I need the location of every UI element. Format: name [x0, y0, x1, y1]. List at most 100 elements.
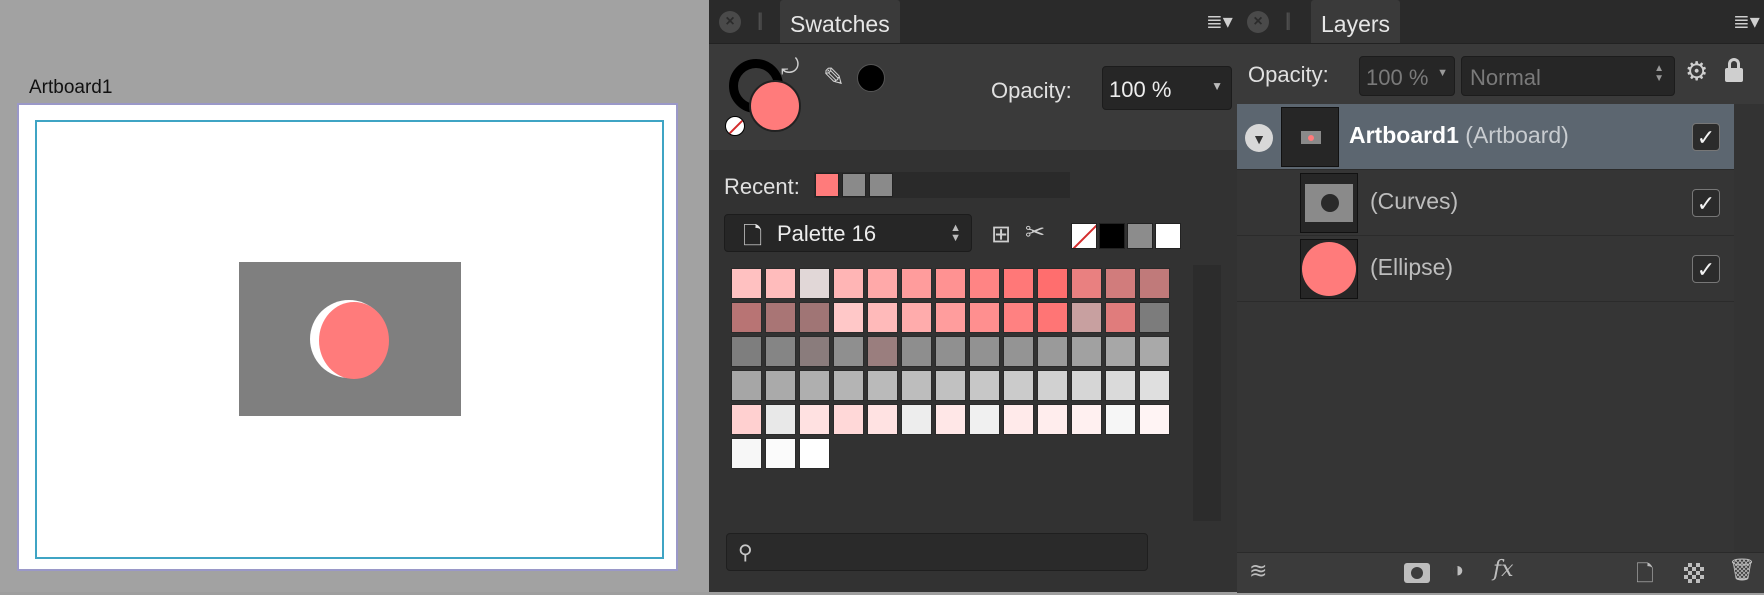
- palette-swatch[interactable]: [731, 302, 762, 333]
- no-color-swatch[interactable]: [1071, 223, 1097, 249]
- recent-color-swatch[interactable]: [842, 173, 866, 197]
- panel-menu-icon[interactable]: ≣▾: [1733, 9, 1760, 34]
- visibility-checkbox[interactable]: ✓: [1692, 255, 1720, 283]
- palette-swatch[interactable]: [1003, 268, 1034, 299]
- tab-swatches[interactable]: Swatches: [780, 0, 900, 43]
- layer-row-curves[interactable]: (Curves) ✓: [1237, 170, 1734, 236]
- palette-swatch[interactable]: [1003, 404, 1034, 435]
- close-icon[interactable]: ×: [719, 11, 741, 33]
- palette-swatch[interactable]: [765, 268, 796, 299]
- palette-swatch[interactable]: [765, 404, 796, 435]
- palette-swatch[interactable]: [1037, 336, 1068, 367]
- color-picker-icon[interactable]: ✎: [823, 62, 845, 93]
- palette-swatch[interactable]: [1105, 370, 1136, 401]
- no-color-icon[interactable]: [725, 116, 745, 136]
- mask-layer-icon[interactable]: [1404, 563, 1430, 583]
- palette-swatch[interactable]: [799, 336, 830, 367]
- palette-swatch[interactable]: [969, 302, 1000, 333]
- palette-swatch[interactable]: [1071, 336, 1102, 367]
- palette-swatch[interactable]: [799, 302, 830, 333]
- palette-swatch[interactable]: [867, 370, 898, 401]
- recent-color-swatch[interactable]: [869, 173, 893, 197]
- swap-colors-icon[interactable]: ⤾: [781, 54, 799, 80]
- panel-grip-icon[interactable]: ||: [1285, 10, 1292, 31]
- layers-stack-icon[interactable]: ≋: [1249, 558, 1267, 584]
- ellipse-shape[interactable]: [319, 302, 389, 379]
- opacity-dropdown[interactable]: 100 % ▼: [1102, 66, 1232, 110]
- palette-swatch[interactable]: [833, 302, 864, 333]
- visibility-checkbox[interactable]: ✓: [1692, 189, 1720, 217]
- palette-swatch[interactable]: [1105, 336, 1136, 367]
- palette-swatch[interactable]: [833, 336, 864, 367]
- palette-swatch[interactable]: [1037, 268, 1068, 299]
- gear-icon[interactable]: ⚙: [1685, 56, 1708, 87]
- tab-layers[interactable]: Layers: [1311, 0, 1401, 43]
- palette-swatch[interactable]: [1139, 404, 1170, 435]
- palette-swatch[interactable]: [1105, 268, 1136, 299]
- palette-swatch[interactable]: [1105, 302, 1136, 333]
- add-swatch-icon[interactable]: ⊞: [991, 220, 1011, 249]
- palette-swatch[interactable]: [731, 268, 762, 299]
- palette-swatch[interactable]: [765, 336, 796, 367]
- palette-swatch[interactable]: [833, 268, 864, 299]
- palette-swatch[interactable]: [833, 404, 864, 435]
- palette-swatch[interactable]: [1105, 404, 1136, 435]
- palette-swatch[interactable]: [1139, 302, 1170, 333]
- palette-swatch[interactable]: [935, 370, 966, 401]
- palette-selector[interactable]: 🗋 Palette 16 ▲ ▼: [724, 214, 972, 252]
- palette-swatch[interactable]: [765, 302, 796, 333]
- layer-row-ellipse[interactable]: (Ellipse) ✓: [1237, 236, 1734, 302]
- palette-swatch[interactable]: [731, 370, 762, 401]
- layer-row-artboard[interactable]: ▼ Artboard1 (Artboard) ✓: [1237, 104, 1734, 170]
- palette-swatch[interactable]: [969, 404, 1000, 435]
- palette-swatch[interactable]: [1071, 302, 1102, 333]
- palette-swatch[interactable]: [935, 302, 966, 333]
- palette-swatch[interactable]: [765, 370, 796, 401]
- quick-color-swatch[interactable]: [1155, 223, 1181, 249]
- search-input[interactable]: ⚲: [726, 533, 1148, 571]
- fill-color-well[interactable]: [749, 80, 801, 132]
- adjustment-layer-icon[interactable]: ◑: [1451, 557, 1464, 583]
- picked-color-swatch[interactable]: [857, 64, 885, 92]
- palette-swatch[interactable]: [799, 268, 830, 299]
- palette-swatch[interactable]: [901, 268, 932, 299]
- panel-grip-icon[interactable]: ||: [757, 10, 764, 31]
- fx-icon[interactable]: fx: [1493, 557, 1514, 582]
- palette-swatch[interactable]: [901, 336, 932, 367]
- palette-swatch[interactable]: [1071, 404, 1102, 435]
- artboard-title[interactable]: Artboard1: [29, 77, 112, 99]
- palette-swatch[interactable]: [935, 268, 966, 299]
- pixel-layer-icon[interactable]: [1684, 563, 1704, 583]
- palette-swatch[interactable]: [765, 438, 796, 469]
- expand-toggle-icon[interactable]: ▼: [1245, 124, 1273, 152]
- palette-swatch[interactable]: [935, 404, 966, 435]
- palette-swatch[interactable]: [867, 302, 898, 333]
- palette-swatch[interactable]: [1139, 336, 1170, 367]
- palette-swatch[interactable]: [867, 404, 898, 435]
- palette-swatch[interactable]: [969, 268, 1000, 299]
- scissors-icon[interactable]: ✂: [1025, 218, 1045, 247]
- palette-swatch[interactable]: [1003, 370, 1034, 401]
- palette-swatch[interactable]: [935, 336, 966, 367]
- recent-color-swatch[interactable]: [815, 173, 839, 197]
- palette-scrollbar[interactable]: [1193, 265, 1221, 521]
- palette-swatch[interactable]: [799, 370, 830, 401]
- palette-swatch[interactable]: [901, 370, 932, 401]
- close-icon[interactable]: ×: [1247, 11, 1269, 33]
- blend-mode-dropdown[interactable]: Normal ▲ ▼: [1461, 56, 1675, 96]
- palette-swatch[interactable]: [1139, 268, 1170, 299]
- layer-opacity-dropdown[interactable]: 100 % ▼: [1359, 56, 1455, 96]
- palette-swatch[interactable]: [1071, 370, 1102, 401]
- palette-swatch[interactable]: [1139, 370, 1170, 401]
- palette-swatch[interactable]: [731, 404, 762, 435]
- palette-swatch[interactable]: [1037, 370, 1068, 401]
- new-layer-icon[interactable]: 🗋: [1636, 557, 1654, 595]
- palette-swatch[interactable]: [731, 336, 762, 367]
- palette-swatch[interactable]: [799, 404, 830, 435]
- palette-swatch[interactable]: [799, 438, 830, 469]
- visibility-checkbox[interactable]: ✓: [1692, 123, 1720, 151]
- palette-swatch[interactable]: [901, 302, 932, 333]
- palette-swatch[interactable]: [1037, 302, 1068, 333]
- palette-swatch[interactable]: [901, 404, 932, 435]
- palette-swatch[interactable]: [867, 336, 898, 367]
